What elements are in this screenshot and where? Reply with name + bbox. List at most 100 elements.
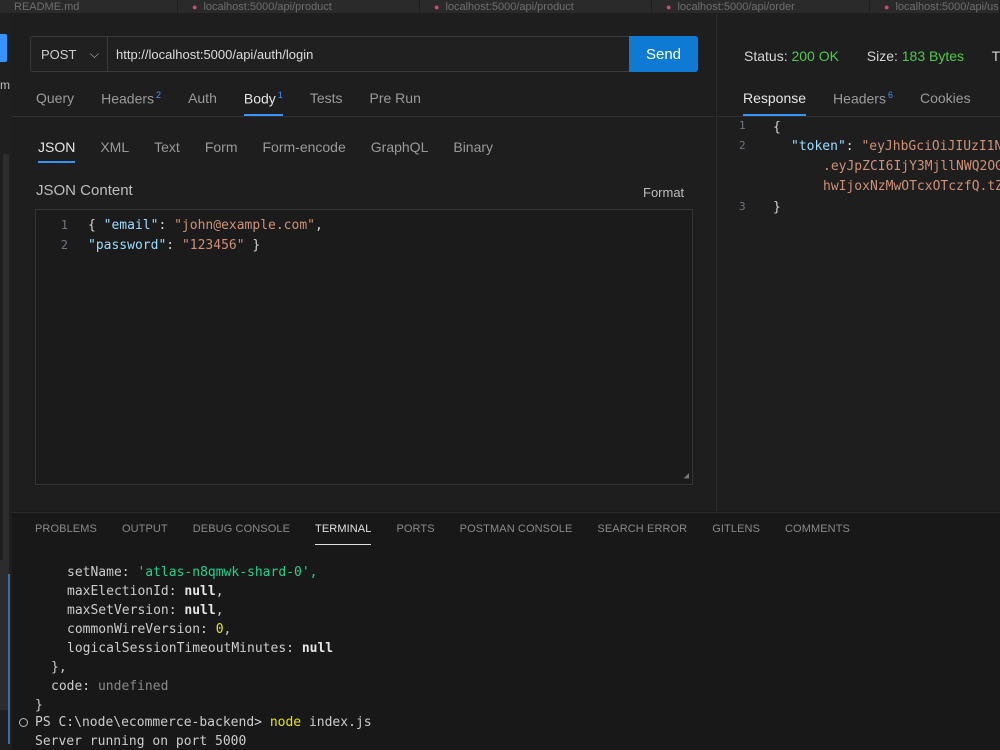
terminal-text: code: (51, 679, 91, 694)
tab-problems[interactable]: PROBLEMS (35, 523, 97, 545)
send-button[interactable]: Send (629, 36, 698, 72)
terminal-keyword: null (184, 603, 216, 618)
active-view-indicator[interactable] (0, 34, 7, 62)
tab-pre-run[interactable]: Pre Run (370, 90, 421, 116)
terminal-prompt-line: PS C:\node\ecommerce-backend> node index… (35, 713, 372, 732)
tab-headers[interactable]: Headers 2 (101, 90, 161, 116)
json-content-label: JSON Content (36, 182, 133, 199)
tab-count-badge: 6 (887, 90, 893, 100)
editor-tab-label: localhost:5000/api/order (677, 1, 795, 13)
tab-body[interactable]: Body 1 (243, 90, 283, 116)
tab-label: Pre Run (369, 90, 421, 106)
url-input[interactable]: http://localhost:5000/api/auth/login (108, 37, 629, 71)
editor-tab-user[interactable]: ● localhost:5000/api/user (870, 0, 1000, 13)
json-body-editor[interactable]: 1{ "email": "john@example.com", 2 "passwo… (35, 209, 693, 485)
terminal-number: 0 (215, 622, 224, 637)
body-type-tabs: JSON XML Text Form Form-encode GraphQL B… (38, 139, 518, 163)
editor-tab-readme[interactable]: README.md (0, 0, 178, 13)
body-tab-text[interactable]: Text (154, 139, 180, 163)
bottom-panel: PROBLEMS OUTPUT DEBUG CONSOLE TERMINAL P… (0, 512, 1000, 750)
tab-label: Tests (309, 90, 343, 106)
tab-search-error[interactable]: SEARCH ERROR (597, 523, 687, 545)
terminal-text: maxSetVersion: (67, 603, 177, 618)
line-number: 3 (739, 200, 746, 213)
terminal-line: maxSetVersion: null, (67, 603, 224, 618)
tab-tests[interactable]: Tests (310, 90, 343, 116)
editor-tab-strip: README.md ● localhost:5000/api/product ● l… (0, 0, 1000, 14)
tab-label: Query (36, 90, 75, 106)
terminal-line: maxElectionId: null, (67, 584, 224, 599)
method-select[interactable]: POST ⌵ (31, 37, 108, 71)
response-tabs: Response Headers 6 Cookies (743, 90, 998, 116)
body-tab-form-encode[interactable]: Form-encode (263, 139, 346, 163)
http-icon: ● (192, 2, 198, 12)
json-string: "john@example.com" (174, 217, 315, 233)
body-tab-binary[interactable]: Binary (453, 139, 493, 163)
tab-label: Headers (833, 90, 886, 107)
tab-label: Response (743, 90, 807, 106)
tab-output[interactable]: OUTPUT (122, 523, 168, 545)
tab-debug-console[interactable]: DEBUG CONSOLE (193, 523, 290, 545)
body-tab-json[interactable]: JSON (38, 139, 76, 163)
terminal-line: code: undefined (35, 677, 168, 696)
line-number: 1 (739, 119, 746, 132)
line-number: 1 (60, 218, 68, 232)
response-status-row: Status: 200 OK Size: 183 Bytes Time (744, 48, 1000, 64)
url-bar: POST ⌵ http://localhost:5000/api/auth/lo… (30, 36, 698, 72)
json-key: "password" (88, 237, 167, 253)
tab-terminal[interactable]: TERMINAL (315, 523, 372, 545)
tab-label: Auth (188, 90, 217, 106)
terminal-text: commonWireVersion: (67, 622, 208, 637)
status-value: 200 OK (791, 48, 839, 64)
code-line: "token": "eyJhbGciOiJIUzI1NiIsInR5cCI6Ik… (791, 136, 1000, 156)
terminal-text: logicalSessionTimeoutMinutes: (67, 641, 294, 656)
code-line: 1{ "email": "john@example.com", (36, 215, 323, 235)
editor-tab-product-1[interactable]: ● localhost:5000/api/product (178, 0, 420, 13)
request-tabs: Query Headers 2 Auth Body 1 Tests Pre Run (36, 90, 448, 116)
http-icon: ● (884, 2, 890, 12)
body-tab-graphql[interactable]: GraphQL (371, 139, 429, 163)
editor-tab-product-2[interactable]: ● localhost:5000/api/product (420, 0, 652, 13)
resize-handle-icon[interactable]: ◢ (684, 471, 689, 481)
body-tab-form[interactable]: Form (205, 139, 238, 163)
line-number: 2 (60, 238, 68, 252)
divider (12, 116, 715, 117)
tab-cookies[interactable]: Cookies (920, 90, 971, 116)
terminal-line: }, (51, 660, 67, 675)
format-button[interactable]: Format (643, 185, 684, 200)
terminal-string: 'atlas-n8qmwk-shard-0', (137, 565, 318, 580)
terminal-keyword: null (301, 641, 334, 656)
tab-label: Cookies (919, 90, 971, 106)
json-key: "token" (791, 138, 846, 154)
terminal-scrollbar[interactable] (0, 560, 8, 710)
tab-postman-console[interactable]: POSTMAN CONSOLE (460, 523, 573, 545)
size-label: Size: (866, 48, 898, 64)
terminal-selection-indicator (8, 574, 10, 744)
editor-tab-order[interactable]: ● localhost:5000/api/order (652, 0, 870, 13)
terminal-keyword: null (184, 584, 216, 599)
terminal-command-arg: index.js (308, 715, 372, 730)
http-icon: ● (434, 2, 440, 12)
sidebar-edge-text: m (0, 78, 10, 92)
tab-query[interactable]: Query (36, 90, 74, 116)
tab-response-headers[interactable]: Headers 6 (833, 90, 893, 116)
tab-auth[interactable]: Auth (188, 90, 217, 116)
tab-gitlens[interactable]: GITLENS (712, 523, 760, 545)
status-label: Status: (744, 48, 788, 64)
json-string: "123456" (181, 237, 245, 253)
body-tab-xml[interactable]: XML (100, 139, 129, 163)
sidebar-scrollbar[interactable] (3, 154, 9, 574)
tab-ports[interactable]: PORTS (396, 523, 434, 545)
terminal-line: commonWireVersion: 0, (67, 622, 232, 637)
time-label: Time (991, 48, 1000, 64)
json-key: "email" (103, 217, 159, 233)
tab-response[interactable]: Response (743, 90, 807, 116)
code-line: .eyJpZCI6IjY3MjllNWQ2OGFlYzE4 (823, 158, 1000, 174)
tab-label: Body (243, 90, 276, 107)
code-line: 2 "password": "123456" } (36, 235, 260, 255)
tab-count-badge: 2 (156, 90, 162, 100)
editor-tab-label: localhost:5000/api/product (203, 1, 332, 13)
request-pane: POST ⌵ http://localhost:5000/api/auth/lo… (12, 14, 715, 511)
divider (717, 116, 1000, 117)
tab-comments[interactable]: COMMENTS (785, 523, 850, 545)
